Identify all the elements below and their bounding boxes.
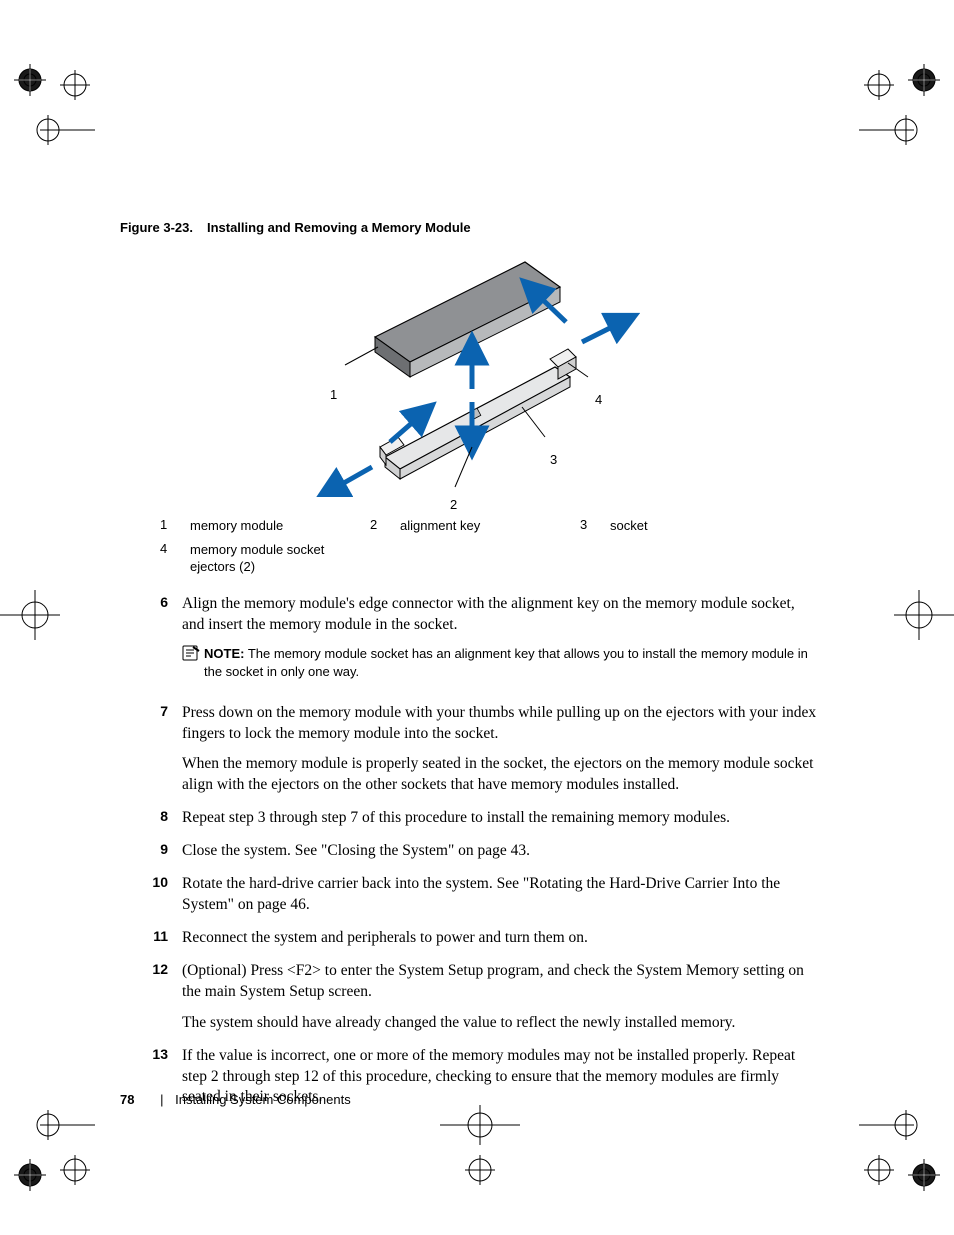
- crop-mark: [0, 50, 100, 150]
- step-7: 7 Press down on the memory module with y…: [120, 703, 820, 797]
- step-text: The system should have already changed t…: [182, 1013, 820, 1034]
- figure-number: Figure 3-23.: [120, 220, 193, 235]
- step-text: Align the memory module's edge connector…: [182, 594, 820, 636]
- step-text: Close the system. See "Closing the Syste…: [182, 841, 820, 862]
- step-text: (Optional) Press <F2> to enter the Syste…: [182, 961, 820, 1003]
- step-text: Reconnect the system and peripherals to …: [182, 928, 820, 949]
- step-6: 6 Align the memory module's edge connect…: [120, 594, 820, 691]
- callout-4: 4: [595, 392, 602, 407]
- callout-3: 3: [550, 452, 557, 467]
- step-text: Rotate the hard-drive carrier back into …: [182, 874, 820, 916]
- note-text: The memory module socket has an alignmen…: [204, 646, 808, 679]
- footer-separator: |: [160, 1092, 163, 1107]
- step-text: Press down on the memory module with you…: [182, 703, 820, 745]
- crop-mark: [854, 1105, 954, 1205]
- step-text: When the memory module is properly seate…: [182, 754, 820, 796]
- step-12: 12 (Optional) Press <F2> to enter the Sy…: [120, 961, 820, 1034]
- section-title: Installing System Components: [175, 1092, 351, 1107]
- step-10: 10 Rotate the hard-drive carrier back in…: [120, 874, 820, 916]
- callout-1: 1: [330, 387, 337, 402]
- step-11: 11 Reconnect the system and peripherals …: [120, 928, 820, 949]
- note-label: NOTE:: [204, 646, 244, 661]
- note-icon: [182, 645, 204, 680]
- callout-2: 2: [450, 497, 457, 512]
- figure-illustration: 1 2 3 4: [160, 247, 860, 497]
- figure-title: Installing and Removing a Memory Module: [207, 220, 471, 235]
- procedure-steps: 6 Align the memory module's edge connect…: [120, 594, 820, 1109]
- crop-mark: [854, 50, 954, 150]
- crop-mark: [884, 580, 954, 650]
- page-number: 78: [120, 1092, 134, 1107]
- step-8: 8 Repeat step 3 through step 7 of this p…: [120, 808, 820, 829]
- crop-mark: [0, 580, 70, 650]
- crop-mark: [0, 1105, 100, 1205]
- step-text: Repeat step 3 through step 7 of this pro…: [182, 808, 820, 829]
- figure-caption: Figure 3-23. Installing and Removing a Me…: [120, 220, 820, 235]
- page-footer: 78 | Installing System Components: [120, 1092, 351, 1107]
- note-block: NOTE: The memory module socket has an al…: [182, 645, 820, 680]
- step-9: 9 Close the system. See "Closing the Sys…: [120, 841, 820, 862]
- figure-legend: 1memory module 2alignment key 3socket 4m…: [160, 517, 820, 576]
